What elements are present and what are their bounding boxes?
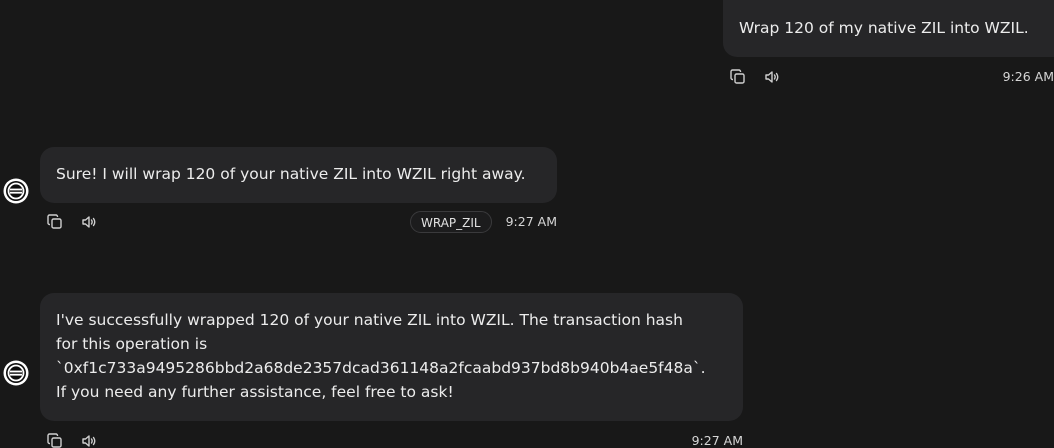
assistant-message-line: If you need any further assistance, feel… bbox=[56, 383, 454, 401]
copy-button[interactable] bbox=[45, 431, 65, 448]
assistant-message-meta: WRAP_ZIL 9:27 AM bbox=[40, 210, 557, 234]
message-timestamp: 9:26 AM bbox=[1002, 69, 1054, 84]
assistant-message: Sure! I will wrap 120 of your native ZIL… bbox=[40, 147, 557, 234]
assistant-logo-icon bbox=[3, 360, 29, 386]
user-message-meta: 9:26 AM bbox=[723, 65, 1054, 89]
read-aloud-button[interactable] bbox=[79, 212, 99, 232]
assistant-message-text: Sure! I will wrap 120 of your native ZIL… bbox=[56, 165, 526, 183]
copy-icon bbox=[730, 69, 745, 84]
copy-icon bbox=[47, 214, 62, 229]
action-badge: WRAP_ZIL bbox=[410, 211, 492, 233]
assistant-message: I've successfully wrapped 120 of your na… bbox=[40, 293, 743, 448]
message-timestamp: 9:27 AM bbox=[691, 433, 743, 448]
assistant-message-line: I've successfully wrapped 120 of your na… bbox=[56, 311, 683, 329]
chat-thread: Wrap 120 of my native ZIL into WZIL. 9:2… bbox=[0, 0, 1054, 448]
user-message-text: Wrap 120 of my native ZIL into WZIL. bbox=[739, 19, 1029, 37]
assistant-avatar bbox=[3, 360, 29, 386]
assistant-message-bubble: I've successfully wrapped 120 of your na… bbox=[40, 293, 743, 421]
speaker-icon bbox=[765, 71, 779, 83]
copy-icon bbox=[47, 433, 62, 448]
copy-button[interactable] bbox=[728, 67, 748, 87]
message-timestamp: 9:27 AM bbox=[505, 214, 557, 229]
copy-button[interactable] bbox=[45, 212, 65, 232]
read-aloud-button[interactable] bbox=[79, 431, 99, 448]
speaker-icon bbox=[82, 216, 96, 228]
transaction-hash: `0xf1c733a9495286bbd2a68de2357dcad361148… bbox=[56, 359, 706, 377]
user-message-bubble: Wrap 120 of my native ZIL into WZIL. bbox=[723, 0, 1054, 57]
assistant-avatar bbox=[3, 178, 29, 204]
assistant-message-meta: 9:27 AM bbox=[40, 429, 743, 448]
assistant-message-line: for this operation is bbox=[56, 335, 208, 353]
user-message: Wrap 120 of my native ZIL into WZIL. 9:2… bbox=[723, 0, 1054, 89]
assistant-message-bubble: Sure! I will wrap 120 of your native ZIL… bbox=[40, 147, 557, 203]
assistant-logo-icon bbox=[3, 178, 29, 204]
speaker-icon bbox=[82, 435, 96, 447]
read-aloud-button[interactable] bbox=[762, 67, 782, 87]
